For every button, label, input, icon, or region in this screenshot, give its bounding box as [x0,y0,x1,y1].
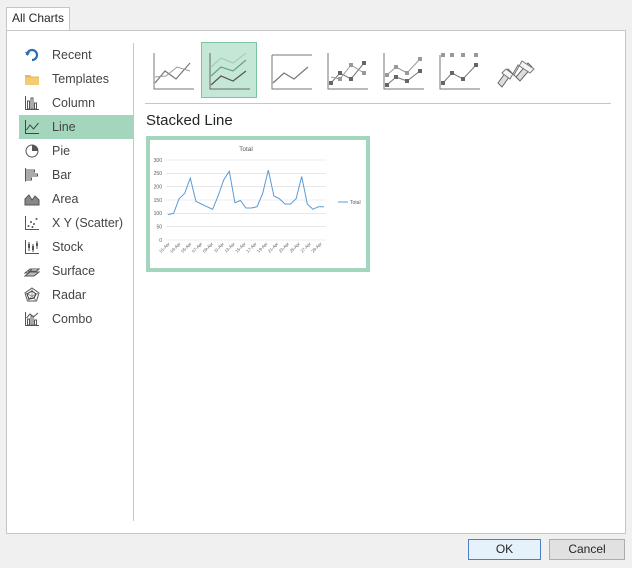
sidebar-item-line[interactable]: Line [19,115,133,139]
sidebar-item-label: Recent [52,48,92,62]
subtype-stacked-line-with-markers[interactable] [375,42,431,98]
x-tick-label: 09-Apr [202,241,215,254]
x-tick-label: 25-Apr [289,241,302,254]
sidebar-item-label: Combo [52,312,93,326]
sidebar-item-scatter[interactable]: X Y (Scatter) [19,211,133,235]
sidebar-item-label: Surface [52,264,96,278]
surface-chart-icon [23,263,41,279]
y-tick-label: 250 [154,171,163,177]
chart-preview[interactable]: Total 0 50 100 150 200 250 300 01-Apr 03-Apr 05-Ap… [146,136,370,272]
sidebar-item-templates[interactable]: Templates [19,67,133,91]
x-tick-label: 13-Apr [223,241,236,254]
x-tick-label: 27-Apr [299,241,312,254]
y-tick-label: 0 [159,238,162,244]
y-tick-label: 150 [154,198,163,204]
sidebar-item-combo[interactable]: Combo [19,307,133,331]
area-chart-icon [24,191,40,207]
sidebar-item-label: Stock [52,240,84,254]
sidebar-item-label: Column [52,96,96,110]
sidebar-item-label: X Y (Scatter) [52,216,124,230]
tab-all-charts[interactable]: All Charts [6,7,70,31]
x-tick-label: 29-Apr [310,241,323,254]
x-tick-label: 07-Apr [191,241,204,254]
sidebar-item-pie[interactable]: Pie [19,139,133,163]
sidebar-item-surface[interactable]: Surface [19,259,133,283]
100-stacked-line-icon [271,54,312,90]
subtype-3d-line[interactable] [487,42,543,98]
chart-subtype-gallery [145,42,545,100]
subtype-line[interactable] [145,42,201,98]
chart-title: Total [239,146,253,153]
sidebar-divider [133,43,134,521]
sidebar-item-label: Radar [52,288,87,302]
radar-chart-icon [24,287,40,303]
sidebar-item-label: Bar [52,168,72,182]
sidebar-item-label: Line [52,120,76,134]
subtype-100-stacked-line-with-markers[interactable] [431,42,487,98]
ok-button[interactable]: OK [468,539,541,560]
pie-chart-icon [24,143,40,159]
x-tick-label: 15-Apr [234,241,247,254]
stock-chart-icon [24,239,40,255]
y-tick-label: 300 [154,158,163,164]
sidebar-item-label: Pie [52,144,71,158]
x-tick-label: 21-Apr [267,241,280,254]
y-tick-label: 50 [156,224,162,230]
preview-chart: Total05010015020025030001-Apr03-Apr05-Ap… [154,146,361,254]
sidebar-item-label: Templates [52,72,109,86]
x-tick-label: 23-Apr [278,241,291,254]
subtype-line-with-markers[interactable] [319,42,375,98]
3d-line-icon [497,60,535,88]
cancel-button[interactable]: Cancel [549,539,625,560]
bar-chart-icon [24,167,40,183]
subtype-100-stacked-line[interactable] [263,42,319,98]
line-chart-icon [24,119,40,135]
x-tick-label: 17-Apr [245,241,258,254]
subtype-title: Stacked Line [146,112,233,129]
y-tick-label: 200 [154,184,163,190]
column-chart-icon [24,95,40,111]
line-with-markers-icon [327,53,368,90]
sidebar-item-area[interactable]: Area [19,187,133,211]
chart-type-panel: Recent Templates Column Line Pie Bar Are… [6,30,626,534]
recent-icon [24,47,40,63]
sidebar-item-label: Area [52,192,79,206]
sidebar-item-stock[interactable]: Stock [19,235,133,259]
stacked-line-with-markers-icon [383,53,424,90]
scatter-chart-icon [24,215,40,231]
tab-strip: All Charts [0,0,632,31]
series-line-total [167,169,324,216]
chart-category-list: Recent Templates Column Line Pie Bar Are… [19,43,133,331]
x-tick-label: 03-Apr [169,241,182,254]
x-tick-label: 19-Apr [256,241,269,254]
legend-label: Total [350,200,361,206]
combo-chart-icon [24,311,40,327]
sidebar-item-radar[interactable]: Radar [19,283,133,307]
y-tick-label: 100 [154,211,163,217]
stacked-line-icon [209,52,250,90]
subtype-stacked-line[interactable] [201,42,257,98]
folder-icon [24,71,40,87]
x-tick-label: 05-Apr [180,241,193,254]
subtype-divider [145,103,611,104]
line-icon [153,53,194,90]
sidebar-item-bar[interactable]: Bar [19,163,133,187]
sidebar-item-recent[interactable]: Recent [19,43,133,67]
sidebar-item-column[interactable]: Column [19,91,133,115]
100-stacked-line-with-markers-icon [439,53,480,90]
